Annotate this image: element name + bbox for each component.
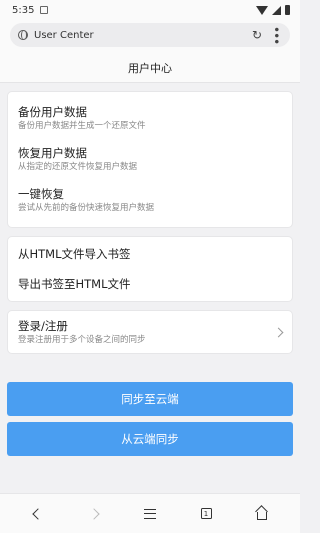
tabs-button[interactable]: 1 bbox=[191, 499, 221, 529]
item-title: 导出书签至HTML文件 bbox=[18, 277, 131, 291]
item-title: 备份用户数据 bbox=[18, 105, 87, 119]
backup-user-data-item[interactable]: 备份用户数据 备份用户数据并生成一个还原文件 bbox=[8, 98, 292, 139]
reload-icon[interactable]: ↻ bbox=[252, 28, 262, 42]
one-click-restore-item[interactable]: 一键恢复 尝试从先前的备份快速恢复用户数据 bbox=[8, 180, 292, 221]
item-title: 从HTML文件导入书签 bbox=[18, 247, 131, 261]
tabs-icon: 1 bbox=[200, 508, 212, 519]
item-subtitle: 登录注册用于多个设备之间的同步 bbox=[18, 334, 146, 345]
url-bar[interactable]: User Center ↻ ••• bbox=[10, 23, 290, 47]
bottom-nav-bar: 1 bbox=[0, 493, 300, 533]
page-title: 用户中心 bbox=[128, 61, 172, 75]
home-button[interactable] bbox=[247, 499, 277, 529]
wifi-icon bbox=[256, 5, 268, 15]
forward-button[interactable] bbox=[79, 499, 109, 529]
backup-card: 备份用户数据 备份用户数据并生成一个还原文件 恢复用户数据 从指定的还原文件恢复… bbox=[7, 91, 293, 228]
page-title-bar: 用户中心 bbox=[0, 53, 300, 83]
sync-to-cloud-button[interactable]: 同步至云端 bbox=[7, 382, 293, 416]
url-text[interactable]: User Center bbox=[34, 30, 252, 41]
item-title: 登录/注册 bbox=[18, 318, 68, 333]
back-arrow-icon bbox=[32, 507, 44, 520]
signal-icon bbox=[272, 5, 281, 15]
hamburger-icon bbox=[144, 508, 156, 519]
menu-button[interactable] bbox=[135, 499, 165, 529]
globe-icon bbox=[18, 30, 28, 40]
more-menu-icon[interactable]: ••• bbox=[269, 26, 283, 44]
import-bookmarks-item[interactable]: 从HTML文件导入书签 bbox=[8, 239, 292, 269]
chevron-right-icon bbox=[273, 327, 284, 337]
notification-icon bbox=[40, 6, 49, 14]
item-subtitle: 从指定的还原文件恢复用户数据 bbox=[18, 162, 138, 172]
item-title: 一键恢复 bbox=[18, 187, 64, 201]
battery-icon bbox=[285, 5, 290, 15]
forward-arrow-icon bbox=[88, 507, 100, 520]
item-subtitle: 尝试从先前的备份快速恢复用户数据 bbox=[18, 203, 155, 213]
item-title: 恢复用户数据 bbox=[18, 146, 87, 160]
item-subtitle: 备份用户数据并生成一个还原文件 bbox=[18, 121, 146, 131]
home-icon bbox=[255, 504, 268, 520]
bookmark-card: 从HTML文件导入书签 导出书签至HTML文件 bbox=[7, 236, 293, 302]
status-bar: 5:35 bbox=[0, 0, 300, 20]
status-time: 5:35 bbox=[12, 4, 35, 16]
back-button[interactable] bbox=[23, 499, 53, 529]
login-register-item[interactable]: 登录/注册 登录注册用于多个设备之间的同步 bbox=[7, 310, 293, 354]
sync-from-cloud-button[interactable]: 从云端同步 bbox=[7, 422, 293, 456]
browser-toolbar: User Center ↻ ••• bbox=[0, 20, 300, 53]
restore-user-data-item[interactable]: 恢复用户数据 从指定的还原文件恢复用户数据 bbox=[8, 139, 292, 180]
export-bookmarks-item[interactable]: 导出书签至HTML文件 bbox=[8, 269, 292, 299]
